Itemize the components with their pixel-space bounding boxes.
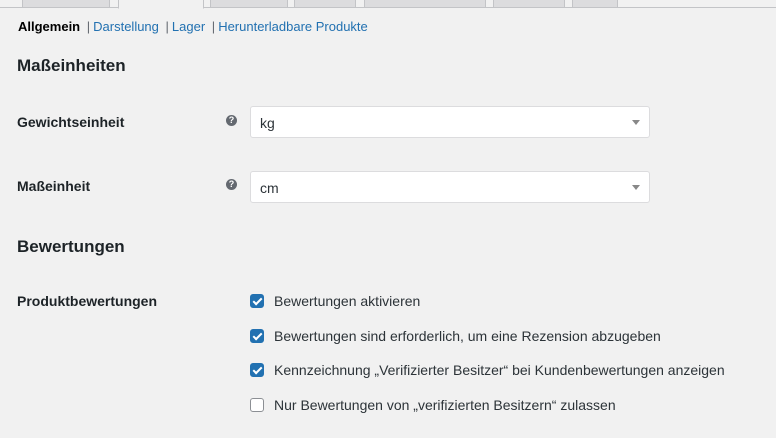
checkbox-label[interactable]: Bewertungen sind erforderlich, um eine R… [274, 327, 661, 345]
checkbox-label[interactable]: Bewertungen aktivieren [274, 292, 420, 310]
subnav-link-display[interactable]: Darstellung [93, 19, 159, 34]
section-title-units: Maßeinheiten [17, 56, 126, 75]
subnav-current-general[interactable]: Allgemein [18, 19, 80, 34]
checkbox[interactable] [250, 398, 264, 412]
chevron-down-icon [632, 185, 640, 190]
tab[interactable] [493, 0, 565, 8]
settings-tab-strip [0, 0, 776, 9]
weight-unit-select[interactable]: kg [250, 106, 650, 138]
subnav-link-downloadable[interactable]: Herunterladbare Produkte [218, 19, 368, 34]
product-reviews-label: Produktbewertungen [17, 293, 158, 309]
checkbox-label[interactable]: Kennzeichnung „Verifizierter Besitzer“ b… [274, 361, 725, 379]
subnav-link-inventory[interactable]: Lager [172, 19, 205, 34]
help-icon[interactable]: ? [226, 115, 237, 126]
tab[interactable] [572, 0, 618, 8]
dimension-unit-value: cm [260, 180, 279, 196]
subnav-separator: | [211, 19, 216, 34]
help-icon[interactable]: ? [226, 179, 237, 190]
weight-unit-value: kg [260, 115, 275, 131]
tab[interactable] [294, 0, 356, 8]
tab-active[interactable] [118, 0, 204, 9]
checkbox[interactable] [250, 294, 264, 308]
checkbox[interactable] [250, 329, 264, 343]
section-subnav: Allgemein | Darstellung | Lager | Herunterl… [18, 19, 368, 35]
checkbox-label[interactable]: Nur Bewertungen von „verifizierten Besit… [274, 396, 616, 414]
chevron-down-icon [632, 120, 640, 125]
checkbox[interactable] [250, 363, 264, 377]
weight-unit-label: Gewichtseinheit [17, 114, 125, 130]
subnav-separator: | [165, 19, 169, 34]
subnav-separator: | [86, 19, 91, 34]
section-title-reviews: Bewertungen [17, 237, 125, 256]
dimension-unit-label: Maßeinheit [17, 178, 91, 194]
tab[interactable] [210, 0, 288, 8]
tab[interactable] [22, 0, 110, 8]
tab[interactable] [364, 0, 486, 8]
dimension-unit-select[interactable]: cm [250, 171, 650, 203]
